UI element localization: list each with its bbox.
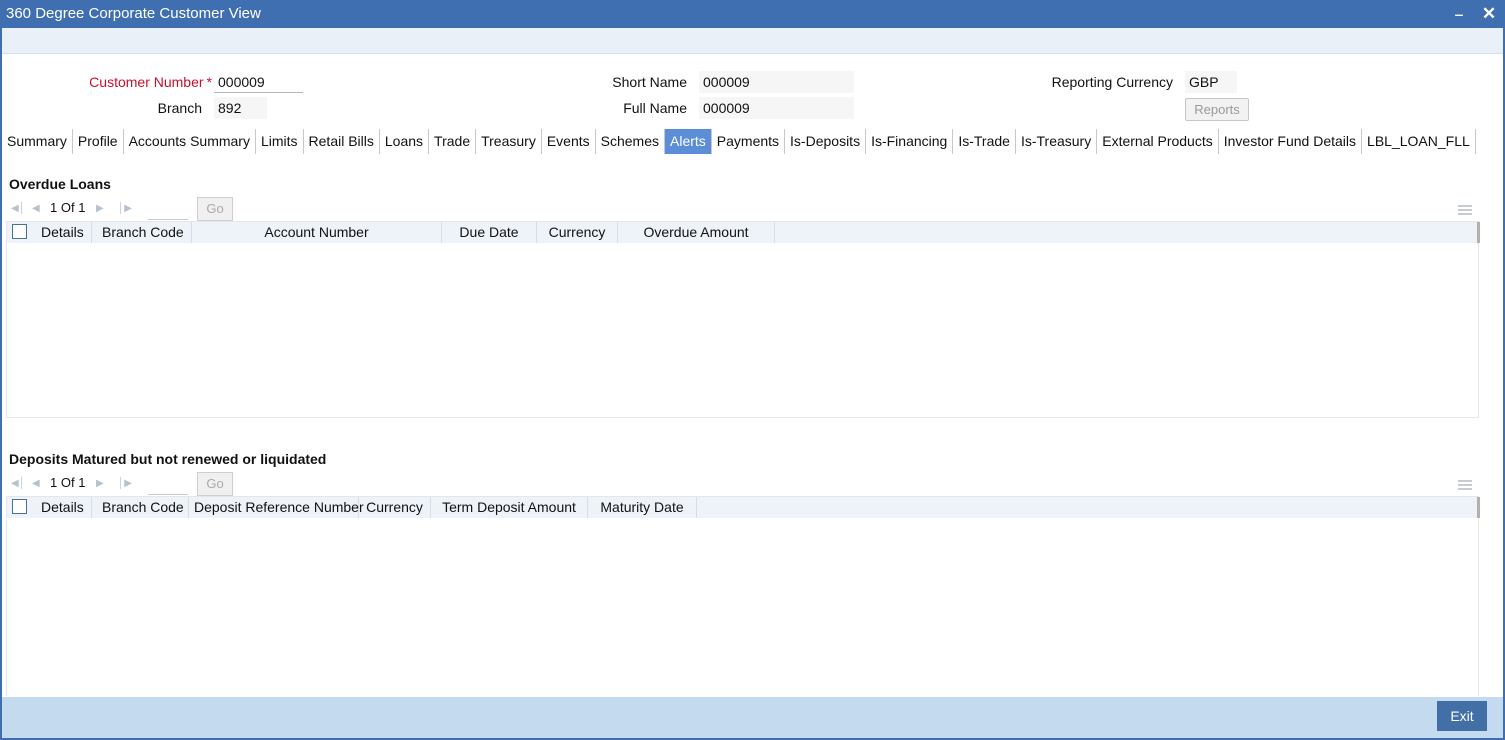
full-name-field[interactable] — [699, 97, 854, 119]
page-indicator: 1 Of 1 — [50, 475, 85, 490]
previous-page-icon[interactable]: ◀ — [32, 202, 44, 216]
col-currency[interactable]: Currency — [359, 497, 431, 518]
first-page-icon[interactable]: ◀│ — [11, 202, 25, 216]
go-button[interactable]: Go — [197, 472, 233, 496]
reporting-currency-label: Reporting Currency — [1051, 74, 1173, 90]
col-due-date[interactable]: Due Date — [442, 222, 537, 243]
previous-page-icon[interactable]: ◀ — [32, 477, 44, 491]
branch-label: Branch — [157, 100, 202, 116]
reports-button[interactable]: Reports — [1185, 98, 1249, 121]
tab-alerts[interactable]: Alerts — [665, 129, 712, 154]
tab-is-financing[interactable]: Is-Financing — [866, 129, 954, 154]
page-of-label: Of — [60, 200, 75, 215]
last-page-icon[interactable]: │▶ — [118, 477, 132, 491]
tab-profile[interactable]: Profile — [73, 129, 124, 154]
tab-accounts-summary[interactable]: Accounts Summary — [124, 129, 256, 154]
page-total: 1 — [78, 475, 86, 490]
col-branch-code[interactable]: Branch Code — [92, 497, 189, 518]
overdue-loans-title: Overdue Loans — [9, 176, 111, 192]
footer-bar: Exit — [2, 697, 1503, 738]
col-deposit-reference-number[interactable]: Deposit Reference Number — [189, 497, 364, 518]
tab-events[interactable]: Events — [542, 129, 596, 154]
page-current: 1 — [50, 200, 58, 215]
go-button[interactable]: Go — [197, 197, 233, 221]
page-current: 1 — [50, 475, 58, 490]
tab-schemes[interactable]: Schemes — [596, 129, 665, 154]
tab-trade[interactable]: Trade — [429, 129, 477, 154]
select-all-checkbox[interactable] — [12, 224, 27, 239]
toolbar-strip — [2, 28, 1503, 54]
full-name-label: Full Name — [623, 100, 687, 116]
customer-number-label: Customer Number * — [60, 74, 212, 90]
tab-is-treasury[interactable]: Is-Treasury — [1016, 129, 1098, 154]
tab-retail-bills[interactable]: Retail Bills — [304, 129, 380, 154]
customer-number-field[interactable] — [214, 71, 303, 93]
page-number-input[interactable] — [148, 198, 188, 220]
deposits-matured-table: Details Branch Code Deposit Reference Nu… — [6, 496, 1480, 696]
page-of-label: Of — [60, 475, 75, 490]
col-branch-code[interactable]: Branch Code — [92, 222, 192, 243]
col-details[interactable]: Details — [35, 497, 92, 518]
overdue-loans-header-row: Details Branch Code Account Number Due D… — [7, 222, 1480, 243]
scrollbar[interactable] — [1477, 497, 1480, 518]
grid-options-icon[interactable] — [1458, 480, 1472, 492]
deposits-matured-pager: ◀│ ◀ 1 Of 1 ▶ │▶ Go — [8, 472, 248, 496]
reporting-currency-field[interactable] — [1185, 71, 1237, 93]
short-name-label: Short Name — [612, 74, 687, 90]
tab-loans[interactable]: Loans — [380, 129, 430, 154]
page-indicator: 1 Of 1 — [50, 200, 85, 215]
deposits-matured-header-row: Details Branch Code Deposit Reference Nu… — [7, 497, 1480, 518]
col-account-number[interactable]: Account Number — [192, 222, 442, 243]
deposits-matured-title: Deposits Matured but not renewed or liqu… — [9, 451, 327, 467]
col-overdue-amount[interactable]: Overdue Amount — [618, 222, 775, 243]
tab-external-products[interactable]: External Products — [1097, 129, 1219, 154]
tab-lbl-loan-fll[interactable]: LBL_LOAN_FLL — [1362, 129, 1476, 154]
customer-number-label-text: Customer Number — [89, 74, 204, 90]
tab-treasury[interactable]: Treasury — [476, 129, 542, 154]
page-total: 1 — [78, 200, 86, 215]
branch-field[interactable] — [214, 97, 267, 119]
col-term-deposit-amount[interactable]: Term Deposit Amount — [431, 497, 588, 518]
tab-investor-fund-details[interactable]: Investor Fund Details — [1219, 129, 1363, 154]
tab-payments[interactable]: Payments — [712, 129, 786, 154]
required-mark: * — [206, 74, 212, 90]
col-details[interactable]: Details — [35, 222, 92, 243]
window-title-bar: 360 Degree Corporate Customer View ‒ ✕ — [0, 0, 1505, 28]
window-title: 360 Degree Corporate Customer View — [6, 5, 261, 22]
tab-is-deposits[interactable]: Is-Deposits — [785, 129, 867, 154]
short-name-field[interactable] — [699, 71, 854, 93]
page-number-input[interactable] — [148, 473, 188, 495]
exit-button[interactable]: Exit — [1437, 701, 1487, 731]
minimize-icon[interactable]: ‒ — [1448, 3, 1470, 25]
tab-strip: Summary Profile Accounts Summary Limits … — [2, 129, 1476, 154]
scrollbar[interactable] — [1477, 222, 1480, 243]
next-page-icon[interactable]: ▶ — [96, 477, 108, 491]
close-icon[interactable]: ✕ — [1478, 3, 1500, 25]
tab-limits[interactable]: Limits — [256, 129, 304, 154]
select-all-checkbox[interactable] — [12, 499, 27, 514]
grid-options-icon[interactable] — [1458, 205, 1472, 217]
next-page-icon[interactable]: ▶ — [96, 202, 108, 216]
first-page-icon[interactable]: ◀│ — [11, 477, 25, 491]
col-currency[interactable]: Currency — [537, 222, 618, 243]
col-maturity-date[interactable]: Maturity Date — [588, 497, 697, 518]
overdue-loans-pager: ◀│ ◀ 1 Of 1 ▶ │▶ Go — [8, 197, 248, 221]
tab-is-trade[interactable]: Is-Trade — [953, 129, 1016, 154]
tab-summary[interactable]: Summary — [2, 129, 73, 154]
last-page-icon[interactable]: │▶ — [118, 202, 132, 216]
overdue-loans-table: Details Branch Code Account Number Due D… — [6, 221, 1480, 418]
